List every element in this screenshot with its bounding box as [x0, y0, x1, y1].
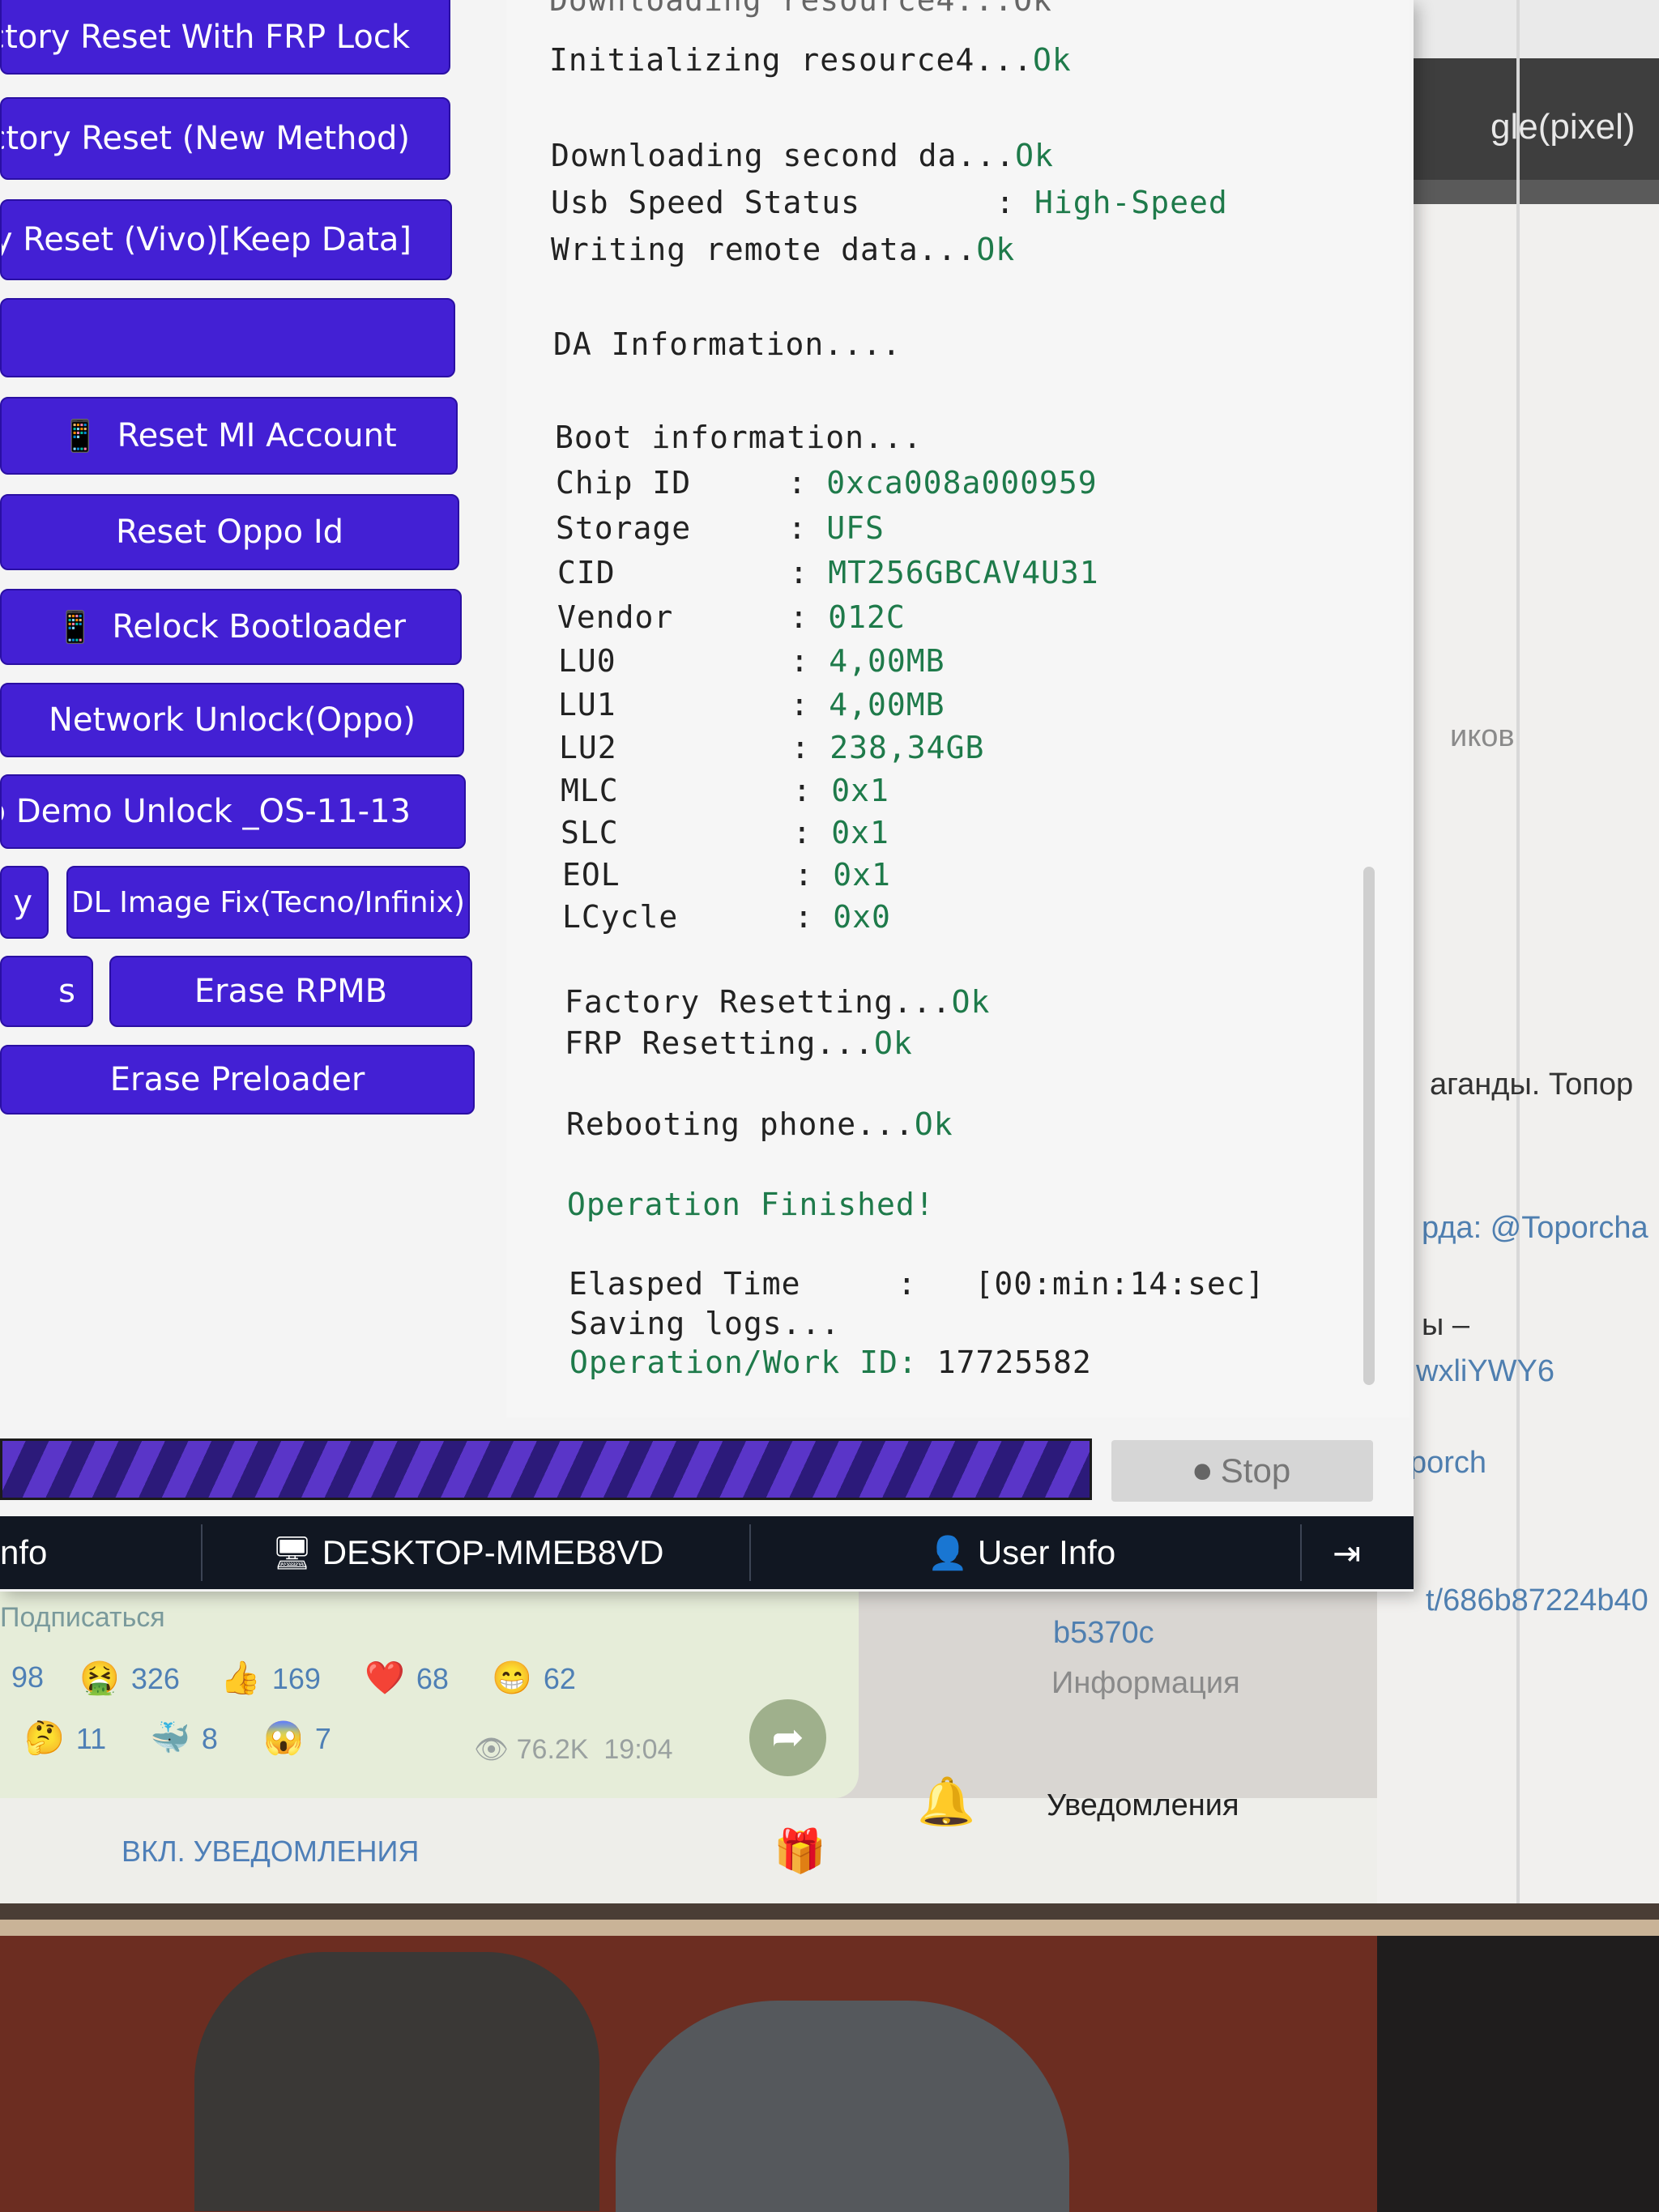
reaction-chip[interactable]: 98 [0, 1659, 44, 1695]
user-info-button[interactable]: 👤 User Info [928, 1516, 1115, 1589]
share-arrow-icon: ➦ [771, 1715, 804, 1760]
log-line: Writing remote data...Ok [551, 232, 1016, 267]
background-tab-underline [1410, 180, 1659, 204]
background-text: ы – [1422, 1308, 1470, 1342]
info-cell[interactable]: nfo [0, 1516, 198, 1589]
log-line: FRP Resetting...Ok [565, 1025, 913, 1061]
log-line: Rebooting phone...Ok [566, 1106, 953, 1142]
log-line: Downloading second da...Ok [551, 138, 1054, 173]
background-link[interactable]: b5370c [1053, 1616, 1154, 1651]
post-time: 19:04 [603, 1734, 673, 1765]
log-field: MLC : 0x1 [561, 773, 889, 808]
background-link[interactable]: рда: @Toporcha [1422, 1211, 1648, 1246]
subscribe-link[interactable]: Подписаться [0, 1602, 165, 1634]
background-tab-label: gle(pixel) [1491, 107, 1636, 147]
stop-icon: ⏺ [1193, 1451, 1211, 1490]
reaction-chip[interactable]: ❤️ 68 [365, 1659, 449, 1697]
log-field: LU2 : 238,34GB [559, 730, 985, 765]
relock-bootloader-button[interactable]: 📱 Relock Bootloader [0, 589, 462, 665]
status-divider [201, 1524, 203, 1581]
enable-notifications-button[interactable]: ВКЛ. УВЕДОМЛЕНИЯ [122, 1835, 419, 1869]
operation-finished-text: Operation Finished! [567, 1187, 935, 1222]
phone-icon: 📱 [61, 417, 100, 454]
reset-oppo-id-button[interactable]: Reset Oppo Id [0, 494, 459, 570]
log-field: LU0 : 4,00MB [558, 643, 945, 679]
notifications-label[interactable]: Уведомления [1047, 1788, 1239, 1823]
log-field: SLC : 0x1 [561, 815, 889, 850]
function-panel: ctory Reset With FRP Lock ctory Reset (N… [0, 0, 502, 1426]
eye-icon: 👁 [474, 1734, 517, 1765]
background-text: иков [1450, 719, 1515, 753]
status-divider [749, 1524, 751, 1581]
blank-function-button[interactable] [0, 298, 455, 377]
network-unlock-oppo-button[interactable]: Network Unlock(Oppo) [0, 683, 464, 757]
glove-left [194, 1952, 599, 2211]
glove-right [616, 2001, 1069, 2212]
bell-icon[interactable]: 🔔 [917, 1774, 975, 1830]
reset-mi-account-button[interactable]: 📱 Reset MI Account [0, 397, 458, 475]
post-views: 👁 76.2K 19:04 [474, 1733, 672, 1766]
background-link[interactable]: porch [1410, 1446, 1486, 1481]
status-divider [1300, 1524, 1302, 1581]
background-link[interactable]: t/686b87224b40 [1426, 1583, 1648, 1618]
background-text: Информация [1051, 1666, 1240, 1700]
dark-object [1377, 1936, 1659, 2212]
log-field: CID : MT256GBCAV4U31 [557, 555, 1099, 590]
user-icon: 👤 [928, 1535, 968, 1571]
log-field: Chip ID : 0xca008a000959 [556, 465, 1098, 501]
erase-rpmb-button[interactable]: Erase RPMB [109, 956, 472, 1027]
log-line: Usb Speed Status : High-Speed [551, 185, 1228, 220]
log-line: Initializing resource4...Ok [549, 42, 1072, 78]
factory-reset-vivo-button[interactable]: ry Reset (Vivo)[Keep Data] [0, 199, 452, 280]
stop-button[interactable]: ⏺ Stop [1111, 1440, 1373, 1502]
desk-photo-area [0, 1903, 1659, 2212]
share-button[interactable]: ➦ [749, 1699, 826, 1776]
log-line: Boot information... [555, 420, 923, 455]
views-count: 76.2K [516, 1734, 589, 1765]
reaction-chip[interactable]: 🤔 11 [24, 1719, 106, 1757]
background-tab[interactable]: gle(pixel) [1410, 58, 1659, 180]
work-id-line: Operation/Work ID: 17725582 [569, 1345, 1092, 1380]
reaction-chip[interactable]: 😁 62 [492, 1659, 576, 1697]
reaction-chip[interactable]: 😱 7 [263, 1719, 331, 1757]
reaction-chip[interactable]: 👍 169 [220, 1659, 321, 1697]
dl-image-fix-button[interactable]: DL Image Fix(Tecno/Infinix) [66, 866, 470, 939]
log-line: Saving logs... [569, 1306, 841, 1341]
reaction-chip[interactable]: 🐳 8 [150, 1719, 218, 1757]
partial-button-left[interactable]: y [0, 866, 49, 939]
log-line: Elasped Time : [00:min:14:sec] [569, 1266, 1265, 1302]
phone-icon: 📱 [55, 608, 95, 645]
logout-icon[interactable]: ⇥ [1333, 1516, 1361, 1589]
pc-name-cell: 🖥 DESKTOP-MMEB8VD [271, 1533, 664, 1571]
monitor-icon: 🖥 [271, 1535, 313, 1571]
tool-window: ctory Reset With FRP Lock ctory Reset (N… [0, 0, 1414, 1592]
vivo-demo-unlock-button[interactable]: vo Demo Unlock _OS-11-13 [0, 774, 466, 849]
background-link[interactable]: wxliYWY6 [1416, 1354, 1555, 1389]
reaction-chip[interactable]: 🤮 326 [79, 1659, 180, 1697]
progress-bar [0, 1438, 1092, 1500]
background-text: аганды. Топор [1430, 1068, 1634, 1102]
erase-preloader-button[interactable]: Erase Preloader [0, 1045, 475, 1115]
factory-reset-frp-button[interactable]: ctory Reset With FRP Lock [0, 0, 450, 75]
log-scrollbar[interactable] [1363, 867, 1375, 1385]
log-field: EOL : 0x1 [562, 857, 891, 893]
log-line: DA Information.... [553, 326, 902, 362]
log-field: Vendor : 012C [557, 599, 906, 635]
gift-icon[interactable]: 🎁 [774, 1826, 826, 1876]
status-bar: nfo 🖥 DESKTOP-MMEB8VD 👤 User Info ⇥ [0, 1516, 1414, 1589]
log-field: LCycle : 0x0 [562, 899, 891, 935]
partial-button-left-2[interactable]: s [0, 956, 93, 1027]
background-topbar [1410, 0, 1659, 58]
log-line: Factory Resetting...Ok [565, 984, 991, 1020]
log-field: LU1 : 4,00MB [558, 687, 945, 722]
factory-reset-new-button[interactable]: ctory Reset (New Method) [0, 97, 450, 180]
log-line: Downloading resource4...Ok [549, 0, 1052, 18]
log-field: Storage : UFS [556, 510, 885, 546]
